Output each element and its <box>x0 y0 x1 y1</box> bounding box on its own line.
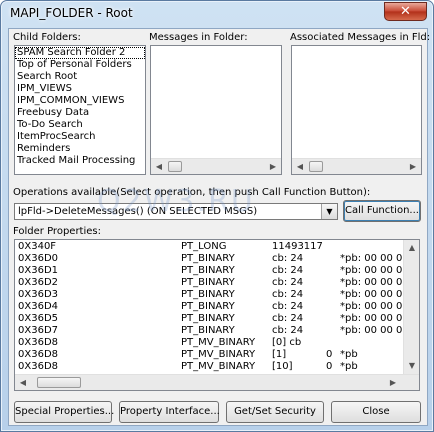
child-folder-item[interactable]: SPAM Search Folder 2 <box>15 47 145 59</box>
property-type: PT_MV_BINARY <box>181 349 256 360</box>
messages-hscrollbar[interactable]: ◀ ▶ <box>151 158 281 174</box>
child-folders-label: Child Folders: <box>13 32 81 43</box>
scroll-right-icon[interactable]: ▶ <box>405 159 421 174</box>
property-type: PT_BINARY <box>181 277 235 288</box>
table-row[interactable]: 0X340F PT_LONG 11493117 <box>15 241 405 253</box>
property-value: cb: 24 <box>272 289 304 300</box>
scroll-thumb[interactable] <box>37 377 81 388</box>
property-data: *pb <box>340 361 358 372</box>
dialog-client-area: Child Folders: SPAM Search Folder 2 Top o… <box>8 28 431 426</box>
table-row[interactable]: 0X36D8 PT_MV_BINARY [1] 0 *pb <box>15 349 405 361</box>
property-tag: 0X36D4 <box>18 301 58 312</box>
property-interface-button[interactable]: Property Interface... <box>119 401 220 423</box>
child-folder-item[interactable]: ItemProcSearch <box>15 131 145 143</box>
table-row[interactable]: 0X36D2PT_BINARYcb: 24*pb: 00 00 00 00 0 <box>15 277 419 289</box>
scroll-right-icon[interactable]: ▶ <box>265 159 281 174</box>
table-row[interactable]: 0X36D3PT_BINARYcb: 24*pb: 00 00 00 00 0 <box>15 289 419 301</box>
property-value: cb: 24 <box>272 253 304 264</box>
table-row[interactable]: 0X36D8 PT_MV_BINARY [10] 0 *pb <box>15 361 405 373</box>
scroll-left-icon[interactable]: ◀ <box>151 159 167 174</box>
property-tag: 0X340F <box>18 241 57 252</box>
property-tag: 0X36D2 <box>18 277 58 288</box>
property-tag: 0X36D8 <box>18 349 58 360</box>
get-set-security-button[interactable]: Get/Set Security <box>226 401 324 423</box>
property-value: cb: 24 <box>272 325 304 336</box>
scroll-down-icon[interactable]: ▼ <box>404 358 419 374</box>
child-folder-item[interactable]: Top of Personal Folders <box>15 59 145 71</box>
property-tag: 0X36D3 <box>18 289 58 300</box>
property-type: PT_BINARY <box>181 253 235 264</box>
property-value: [10] <box>272 361 293 372</box>
child-folders-list[interactable]: SPAM Search Folder 2 Top of Personal Fold… <box>14 45 146 175</box>
child-folder-item[interactable]: Reminders <box>15 143 145 155</box>
close-icon: ✕ <box>400 4 411 19</box>
properties-vscrollbar[interactable]: ▲ ▼ <box>403 240 419 374</box>
property-type: PT_BINARY <box>181 265 235 276</box>
property-value-extra: 0 <box>326 349 333 360</box>
property-tag: 0X36D8 <box>18 337 58 348</box>
property-type: PT_MV_BINARY <box>181 337 256 348</box>
special-properties-button[interactable]: Special Properties... <box>14 401 114 423</box>
property-value: [0] cb <box>272 337 302 348</box>
associated-messages-label: Associated Messages in Fld: <box>290 32 431 43</box>
messages-in-folder-label: Messages in Folder: <box>149 32 248 43</box>
property-value: cb: 24 <box>272 301 304 312</box>
property-tag: 0X36D0 <box>18 253 58 264</box>
associated-messages-list[interactable]: ◀ ▶ <box>291 45 422 175</box>
operations-label: Operations available(Select operation, t… <box>13 187 371 198</box>
child-folder-item[interactable]: IPM_COMMON_VIEWS <box>15 95 145 107</box>
property-tag: 0X36D1 <box>18 265 58 276</box>
property-value: cb: 24 <box>272 277 304 288</box>
property-data: *pb <box>340 349 358 360</box>
mapi-folder-window: MAPI_FOLDER - Root ✕ Child Folders: SPAM… <box>0 0 434 432</box>
folder-properties-list[interactable]: 0X340F PT_LONG 11493117 0X36D0 PT_BINARY cb: … <box>14 239 420 391</box>
child-folder-item[interactable]: Search Root <box>15 71 145 83</box>
child-folder-item[interactable]: Tracked Mail Processing <box>15 155 145 167</box>
table-row[interactable]: 0X36D8 PT_MV_BINARY [0] cb <box>15 337 405 349</box>
property-type: PT_BINARY <box>181 313 235 324</box>
properties-hscrollbar[interactable]: ◀ ▶ <box>15 374 419 390</box>
scroll-up-icon[interactable]: ▲ <box>404 240 419 256</box>
messages-in-folder-list[interactable]: ◀ ▶ <box>150 45 282 175</box>
call-function-button[interactable]: Call Function... <box>343 200 421 222</box>
window-close-button[interactable]: ✕ <box>384 2 427 21</box>
scroll-right-icon[interactable]: ▶ <box>385 375 401 390</box>
table-row[interactable]: 0X36D7PT_BINARYcb: 24*pb: 00 00 00 00 0 <box>15 325 419 337</box>
table-row[interactable]: 0X36D1PT_BINARYcb: 24*pb: 00 00 00 00 0 <box>15 265 419 277</box>
property-type: PT_MV_BINARY <box>181 361 256 372</box>
scroll-left-icon[interactable]: ◀ <box>292 159 308 174</box>
table-row[interactable]: 0X36D0PT_BINARYcb: 24*pb: 00 00 00 00 0 <box>15 253 419 265</box>
table-row[interactable]: 0X36D4PT_BINARYcb: 24*pb: 00 00 00 00 0 <box>15 301 419 313</box>
property-value: cb: 24 <box>272 265 304 276</box>
scroll-thumb[interactable] <box>168 161 182 172</box>
child-folder-item[interactable]: IPM_VIEWS <box>15 83 145 95</box>
property-value-extra: 0 <box>326 361 333 372</box>
operations-dropdown[interactable]: lpFld->DeleteMessages() (ON SELECTED MSG… <box>14 203 338 220</box>
window-title: MAPI_FOLDER - Root <box>10 6 133 20</box>
folder-properties-label: Folder Properties: <box>13 226 101 237</box>
property-value: cb: 24 <box>272 313 304 324</box>
property-type: PT_BINARY <box>181 301 235 312</box>
child-folder-item[interactable]: Freebusy Data <box>15 107 145 119</box>
property-type: PT_BINARY <box>181 289 235 300</box>
property-tag: 0X36D7 <box>18 325 58 336</box>
property-tag: 0X36D5 <box>18 313 58 324</box>
property-tag: 0X36D8 <box>18 361 58 372</box>
operations-selected-value: lpFld->DeleteMessages() (ON SELECTED MSG… <box>18 206 258 217</box>
title-bar[interactable]: MAPI_FOLDER - Root ✕ <box>1 1 433 27</box>
scroll-thumb[interactable] <box>309 161 323 172</box>
property-value: 11493117 <box>272 241 323 252</box>
chevron-down-icon[interactable]: ▼ <box>321 204 337 219</box>
close-button[interactable]: Close <box>331 401 421 423</box>
property-value: [1] <box>272 349 287 360</box>
table-row[interactable]: 0X36D5PT_BINARYcb: 24*pb: 00 00 00 00 0 <box>15 313 419 325</box>
associated-hscrollbar[interactable]: ◀ ▶ <box>292 158 421 174</box>
scroll-left-icon[interactable]: ◀ <box>15 375 31 390</box>
property-type: PT_BINARY <box>181 325 235 336</box>
property-type: PT_LONG <box>181 241 227 252</box>
child-folder-item[interactable]: To-Do Search <box>15 119 145 131</box>
